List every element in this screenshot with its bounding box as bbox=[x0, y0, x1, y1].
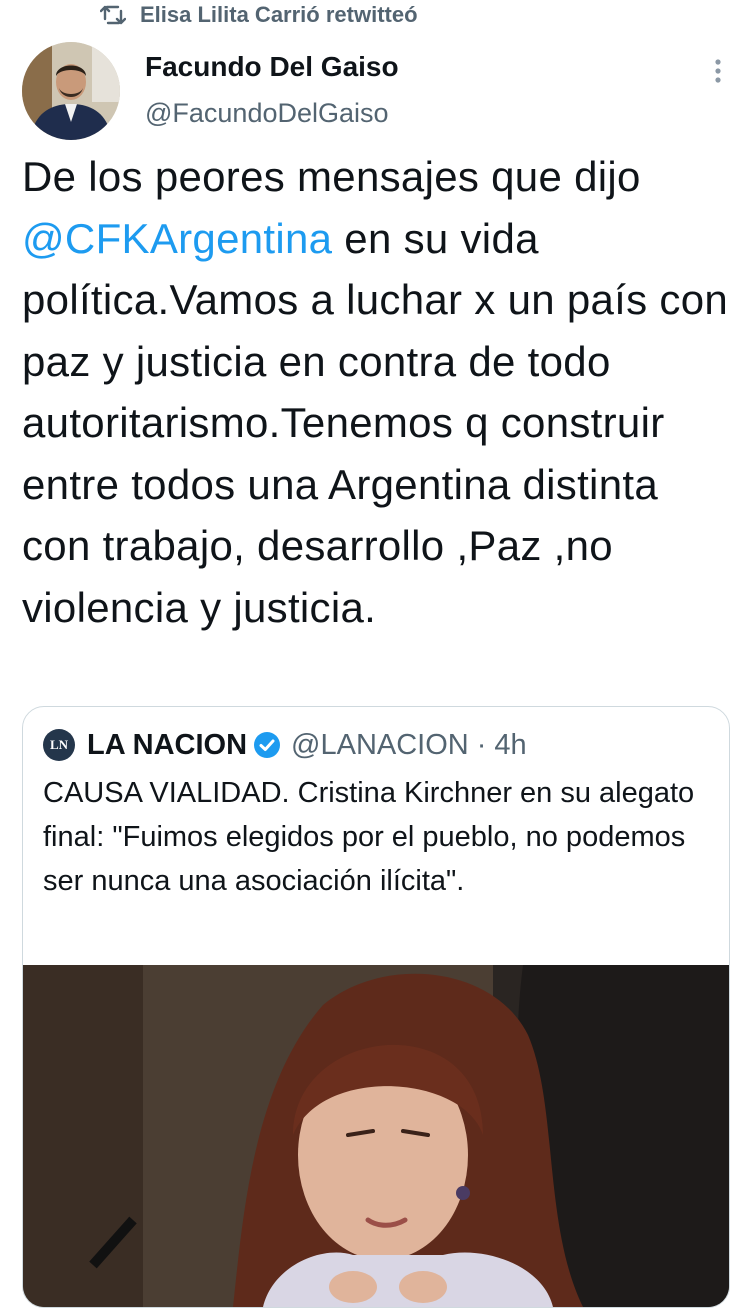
author-block[interactable]: Facundo Del Gaiso @FacundoDelGaiso bbox=[145, 50, 399, 130]
quoted-author-handle[interactable]: @LANACION bbox=[291, 729, 469, 762]
verified-badge-icon bbox=[254, 732, 281, 758]
retweet-icon bbox=[100, 5, 126, 25]
retweet-text: Elisa Lilita Carrió retwitteó bbox=[140, 2, 418, 27]
avatar-photo bbox=[22, 42, 120, 140]
header-separator: · bbox=[476, 728, 487, 761]
tweet-text: De los peores mensajes que dijo @CFKArge… bbox=[22, 146, 732, 638]
quoted-tweet-photo[interactable] bbox=[23, 965, 729, 1307]
quoted-tweet[interactable]: LN LA NACION @LANACION · 4h CAUSA VIALID… bbox=[22, 706, 730, 1308]
mention-link[interactable]: @CFKArgentina bbox=[22, 215, 332, 262]
quoted-avatar[interactable]: LN bbox=[43, 729, 75, 761]
quoted-tweet-text: CAUSA VIALIDAD. Cristina Kirchner en su … bbox=[43, 777, 695, 897]
retweet-context[interactable]: Elisa Lilita Carrió retwitteó bbox=[100, 0, 418, 30]
author-avatar[interactable] bbox=[22, 42, 120, 140]
tweet-text-before: De los peores mensajes que dijo bbox=[22, 153, 641, 200]
more-options-icon[interactable] bbox=[714, 58, 722, 84]
author-handle[interactable]: @FacundoDelGaiso bbox=[145, 96, 399, 130]
quoted-timestamp[interactable]: 4h bbox=[494, 729, 526, 762]
author-name[interactable]: Facundo Del Gaiso bbox=[145, 50, 399, 84]
quoted-tweet-header: LN LA NACION @LANACION · 4h bbox=[43, 727, 527, 763]
tweet-text-after: en su vida política.Vamos a luchar x un … bbox=[22, 214, 729, 631]
quoted-author-name[interactable]: LA NACION bbox=[87, 729, 247, 762]
